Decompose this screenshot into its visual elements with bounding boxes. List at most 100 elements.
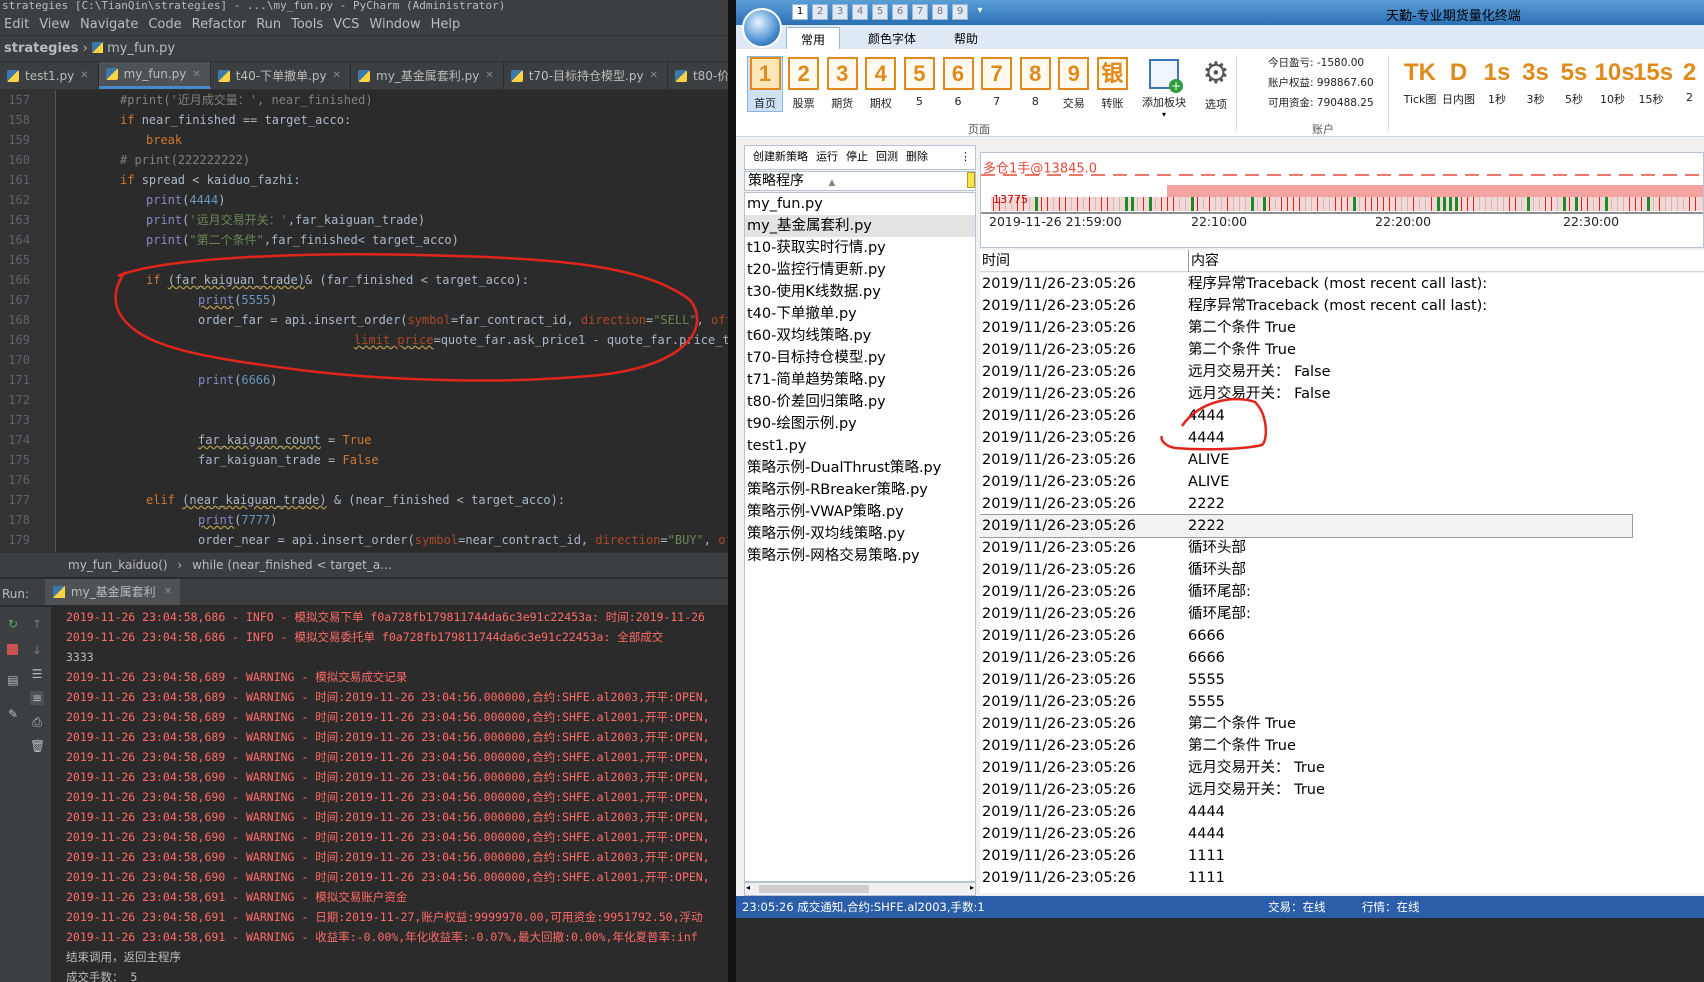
ribbon-tab-color-font[interactable]: 颜色字体 <box>868 30 916 47</box>
stop-icon[interactable] <box>6 643 20 657</box>
kline-chart[interactable]: 多仓1手@13845.0 13775 2019-11-26 21:59:00 2… <box>980 152 1704 248</box>
log-row[interactable]: 2019/11/26-23:05:26 4444 <box>980 405 1704 427</box>
tab-test1[interactable]: test1.py ✕ <box>0 62 99 89</box>
page-6[interactable]: 6 <box>892 4 908 20</box>
scroll-to-end-icon[interactable]: ≡ <box>30 691 44 705</box>
page-button-1[interactable]: 1 首页 <box>747 56 783 112</box>
rerun-icon[interactable]: ↻ <box>6 617 20 631</box>
trash-icon[interactable]: 🗑 <box>30 739 45 753</box>
log-row[interactable]: 2019/11/26-23:05:26 ALIVE <box>980 449 1704 471</box>
period-button[interactable]: 3s 3秒 <box>1518 59 1554 107</box>
log-row[interactable]: 2019/11/26-23:05:26 5555 <box>980 669 1704 691</box>
page-button-2[interactable]: 2 股票 <box>787 57 821 111</box>
page-button-9[interactable]: 9 交易 <box>1057 57 1091 111</box>
strategy-item[interactable]: 策略示例-网格交易策略.py <box>745 545 975 567</box>
strategy-item[interactable]: 策略示例-VWAP策略.py <box>745 501 975 523</box>
menu-code[interactable]: Code <box>148 17 181 32</box>
print-icon[interactable]: ⎙ <box>30 715 44 729</box>
scroll-thumb[interactable] <box>759 885 869 893</box>
menu-window[interactable]: Window <box>369 17 420 32</box>
strategy-item[interactable]: test1.py <box>745 435 975 457</box>
layout-icon[interactable]: ▤ <box>6 673 20 687</box>
page-8[interactable]: 8 <box>932 4 948 20</box>
tab-t70[interactable]: t70-目标持仓模型.py ✕ <box>504 62 668 89</box>
tab-t80[interactable]: t80-价差回 <box>668 62 728 89</box>
period-button[interactable]: 1s 1秒 <box>1479 59 1515 107</box>
log-row[interactable]: 2019/11/26-23:05:26 6666 <box>980 625 1704 647</box>
strategy-list-scrollbar[interactable]: ◂ ▸ <box>744 882 976 896</box>
period-button[interactable]: 10s 10秒 <box>1595 59 1635 107</box>
close-icon[interactable]: ✕ <box>333 70 341 81</box>
menu-edit[interactable]: Edit <box>4 17 29 32</box>
tab-t40[interactable]: t40-下单撤单.py ✕ <box>211 62 351 89</box>
strategy-item[interactable]: 策略示例-DualThrust策略.py <box>745 457 975 479</box>
log-row[interactable]: 2019/11/26-23:05:26 2222 <box>980 514 1633 538</box>
run-strategy-button[interactable]: 运行 <box>816 150 838 163</box>
close-icon[interactable]: ✕ <box>650 70 658 81</box>
breadcrumb-function[interactable]: my_fun_kaiduo() <box>68 558 168 572</box>
log-row[interactable]: 2019/11/26-23:05:26 第二个条件 True <box>980 735 1704 757</box>
code-editor[interactable]: 157 #print('近月成交量：', near_finished) 158 if … <box>0 90 728 552</box>
page-9[interactable]: 9 <box>952 4 968 20</box>
log-row[interactable]: 2019/11/26-23:05:26 循环头部 <box>980 559 1704 581</box>
log-row[interactable]: 2019/11/26-23:05:26 4444 <box>980 801 1704 823</box>
strategy-item[interactable]: my_fun.py <box>745 193 975 215</box>
ribbon-tab-common[interactable]: 常用 <box>786 27 841 51</box>
log-row[interactable]: 2019/11/26-23:05:26 ALIVE <box>980 471 1704 493</box>
scroll-right-icon[interactable]: ▸ <box>970 883 974 892</box>
log-row[interactable]: 2019/11/26-23:05:26 循环尾部: <box>980 603 1704 625</box>
soft-wrap-icon[interactable]: ☰ <box>30 667 44 681</box>
page-3[interactable]: 3 <box>832 4 848 20</box>
page-2[interactable]: 2 <box>812 4 828 20</box>
backtest-button[interactable]: 回测 <box>876 150 898 163</box>
run-tab[interactable]: my_基金属套利 ✕ <box>44 578 181 606</box>
strategy-item[interactable]: t10-获取实时行情.py <box>745 237 975 259</box>
strategy-item[interactable]: 策略示例-RBreaker策略.py <box>745 479 975 501</box>
period-button[interactable]: TK Tick图 <box>1402 59 1438 107</box>
options-button[interactable]: ⚙ 选项 <box>1199 57 1233 112</box>
page-button-4[interactable]: 4 期权 <box>864 57 898 111</box>
strategy-item[interactable]: t71-简单趋势策略.py <box>745 369 975 391</box>
log-row[interactable]: 2019/11/26-23:05:26 第二个条件 True <box>980 339 1704 361</box>
breadcrumb-loop[interactable]: while (near_finished < target_a... <box>192 558 392 572</box>
delete-strategy-button[interactable]: 删除 <box>906 150 928 163</box>
close-icon[interactable]: ✕ <box>164 578 172 606</box>
log-row[interactable]: 2019/11/26-23:05:26 4444 <box>980 823 1704 845</box>
log-row[interactable]: 2019/11/26-23:05:26 远月交易开关： True <box>980 757 1704 779</box>
strategy-item[interactable]: 策略示例-双均线策略.py <box>745 523 975 545</box>
strategy-item[interactable]: t40-下单撤单.py <box>745 303 975 325</box>
tab-my-fun[interactable]: my_fun.py ✕ <box>98 62 211 89</box>
tq-logo[interactable] <box>742 8 782 48</box>
run-console[interactable]: 2019-11-26 23:04:58,686 - INFO - 模拟交易下单 … <box>52 607 728 982</box>
close-icon[interactable]: ✕ <box>192 69 200 80</box>
log-row[interactable]: 2019/11/26-23:05:26 远月交易开关： False <box>980 361 1704 383</box>
more-icon[interactable]: ⋮ <box>960 146 971 168</box>
log-row[interactable]: 2019/11/26-23:05:26 5555 <box>980 691 1704 713</box>
scroll-left-icon[interactable]: ◂ <box>746 883 750 892</box>
log-row[interactable]: 2019/11/26-23:05:26 1111 <box>980 867 1704 889</box>
page-button-3[interactable]: 3 期货 <box>825 57 859 111</box>
create-strategy-button[interactable]: 创建新策略 <box>753 150 808 163</box>
page-button-10[interactable]: 银转账 <box>1095 57 1129 111</box>
tab-my-jinshu[interactable]: my_基金属套利.py ✕ <box>351 62 504 89</box>
page-button-7[interactable]: 77 <box>980 57 1014 108</box>
close-icon[interactable]: ✕ <box>485 70 493 81</box>
log-row[interactable]: 2019/11/26-23:05:26 4444 <box>980 427 1704 449</box>
log-row[interactable]: 2019/11/26-23:05:26 远月交易开关： False <box>980 383 1704 405</box>
page-button-5[interactable]: 55 <box>902 57 936 108</box>
menu-tools[interactable]: Tools <box>291 17 323 32</box>
period-button[interactable]: 22 <box>1672 59 1704 104</box>
menu-navigate[interactable]: Navigate <box>80 17 138 32</box>
log-row[interactable]: 2019/11/26-23:05:26 程序异常Traceback (most r… <box>980 273 1704 295</box>
close-icon[interactable]: ✕ <box>80 70 88 81</box>
log-row[interactable]: 2019/11/26-23:05:26 2222 <box>980 493 1704 515</box>
strategy-list-header[interactable]: 策略程序 ▲ <box>744 171 976 191</box>
log-row[interactable]: 2019/11/26-23:05:26 1111 <box>980 845 1704 867</box>
log-row[interactable]: 2019/11/26-23:05:26 循环头部 <box>980 537 1704 559</box>
strategy-item[interactable]: t90-绘图示例.py <box>745 413 975 435</box>
page-5[interactable]: 5 <box>872 4 888 20</box>
nav-file[interactable]: my_fun.py <box>107 41 175 56</box>
strategy-item[interactable]: t30-使用K线数据.py <box>745 281 975 303</box>
menu-run[interactable]: Run <box>256 17 281 32</box>
ribbon-tab-help[interactable]: 帮助 <box>954 30 978 47</box>
